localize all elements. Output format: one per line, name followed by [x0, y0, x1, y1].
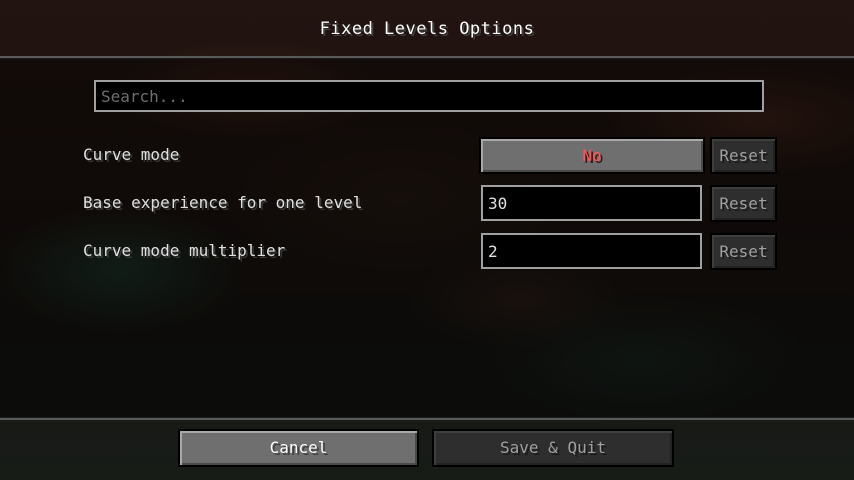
curve-mode-toggle-button[interactable]: No — [479, 137, 705, 174]
footer-band — [0, 420, 854, 480]
save-and-quit-button[interactable]: Save & Quit — [432, 429, 674, 467]
base-experience-input[interactable] — [481, 185, 702, 221]
cancel-button[interactable]: Cancel — [178, 429, 419, 467]
page-title: Fixed Levels Options — [319, 19, 535, 39]
base-experience-label: Base experience for one level — [83, 193, 363, 212]
base-experience-reset-button[interactable]: Reset — [710, 185, 777, 222]
search-input[interactable] — [94, 80, 764, 112]
curve-multiplier-reset-button[interactable]: Reset — [710, 233, 777, 270]
curve-mode-label: Curve mode — [83, 145, 180, 164]
curve-multiplier-input[interactable] — [481, 233, 702, 269]
curve-mode-reset-button[interactable]: Reset — [710, 137, 777, 174]
curve-mode-value: No — [582, 146, 602, 165]
top-divider — [0, 56, 854, 59]
curve-multiplier-label: Curve mode multiplier — [83, 241, 286, 260]
